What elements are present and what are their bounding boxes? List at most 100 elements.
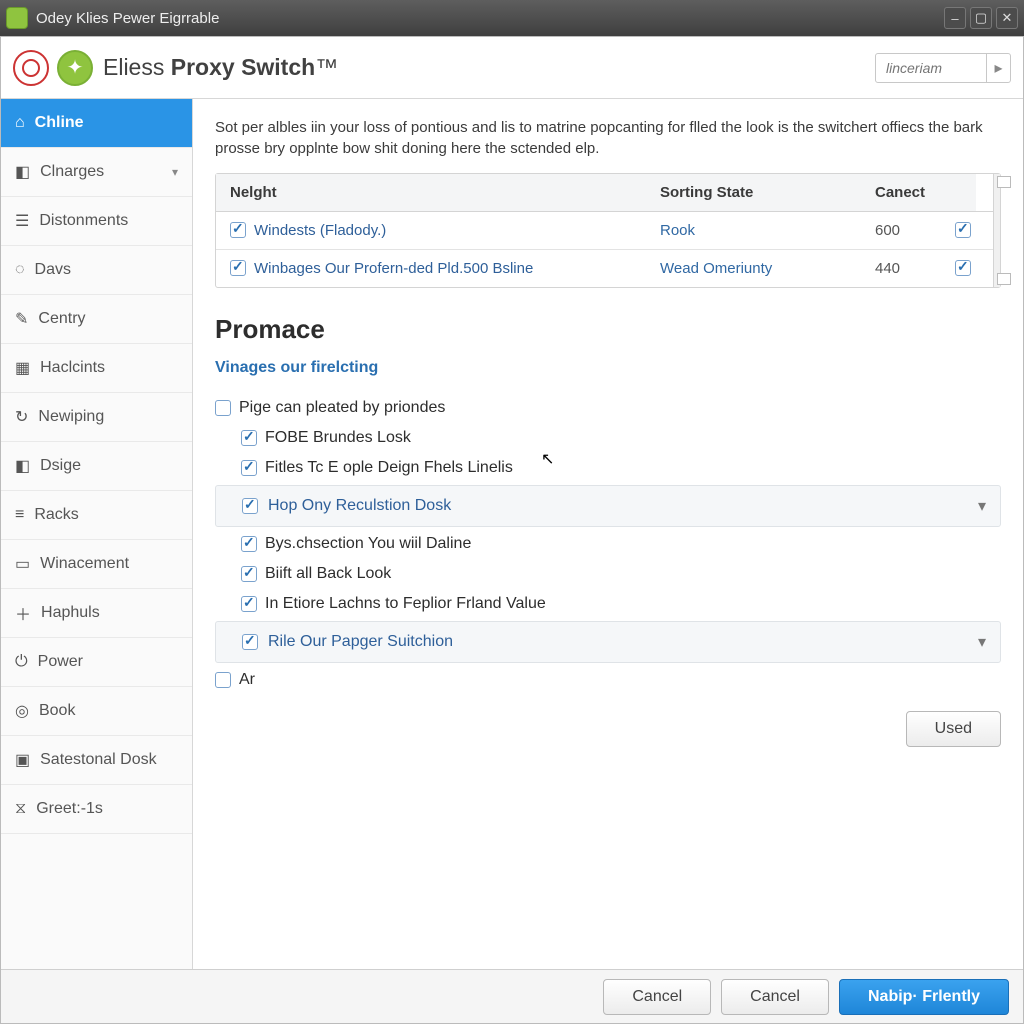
checkbox[interactable]: [241, 566, 257, 582]
intro-text: Sot per albles iin your loss of pontious…: [215, 117, 1001, 159]
sidebar-item-label: Racks: [34, 506, 78, 524]
cell-action[interactable]: [941, 250, 993, 287]
sidebar-item-label: Dsige: [40, 457, 81, 475]
sidebar-item-label: Distonments: [39, 212, 128, 230]
checkbox[interactable]: [241, 430, 257, 446]
table-row[interactable]: Windests (Fladody.) Rook 600: [216, 212, 993, 250]
opt-label: Bys.chsection You wiil Daline: [265, 535, 471, 553]
opt-ar[interactable]: Ar: [215, 665, 1001, 695]
sidebar-item-winacement[interactable]: ▭Winacement: [1, 540, 192, 589]
window-title: Odey Klies Pewer Eigrrable: [36, 10, 219, 27]
list-icon: ☰: [15, 211, 29, 231]
sidebar: ⌂ Chline ◧Clnarges▾ ☰ Distonments ◌ Davs ✎C…: [1, 99, 193, 969]
opt-label: Biift all Back Look: [265, 565, 391, 583]
sidebar-item-label: Davs: [35, 261, 71, 279]
dot-icon: ◌: [15, 261, 25, 279]
app-icon: [6, 7, 28, 29]
sidebar-item-label: Power: [38, 653, 83, 671]
sidebar-item-clnarges[interactable]: ◧Clnarges▾: [1, 148, 192, 197]
brand-prefix: Eliess: [103, 54, 171, 80]
pencil-icon: ✎: [15, 309, 28, 329]
checkbox[interactable]: [241, 536, 257, 552]
cell-name-label: Winbages Our Profern-ded Pld.500 Bsline: [254, 260, 533, 277]
sidebar-item-greets[interactable]: ⧖Greet:-1s: [1, 785, 192, 834]
sidebar-item-haphuls[interactable]: ＋ Haphuls: [1, 589, 192, 638]
checkbox[interactable]: [242, 498, 258, 514]
col-action: [941, 174, 976, 211]
opt-label: Pige can pleated by priondes: [239, 399, 445, 417]
expand-recustion[interactable]: Hop Ony Reculstion Dosk ▾: [215, 485, 1001, 527]
search-box[interactable]: ▸: [875, 53, 1011, 83]
sidebar-item-haclcints[interactable]: ▦ Haclcints: [1, 344, 192, 393]
checkbox[interactable]: [215, 672, 231, 688]
table-header-row: Nelght Sorting State Canect: [216, 174, 993, 212]
opt-label: FOBE Brundes Losk: [265, 429, 411, 447]
used-button[interactable]: Used: [906, 711, 1001, 747]
sidebar-item-label: Newiping: [38, 408, 104, 426]
col-canect: Canect: [861, 174, 941, 211]
cell-name: Winbages Our Profern-ded Pld.500 Bsline: [216, 250, 646, 287]
sidebar-item-book[interactable]: ◎ Book: [1, 687, 192, 736]
footer: Cancel Cancel Nabip· Frlently: [1, 969, 1023, 1023]
cell-action[interactable]: [941, 212, 993, 249]
sidebar-item-label: Greet:-1s: [36, 800, 103, 818]
checkbox[interactable]: [242, 634, 258, 650]
cell-name-label: Windests (Fladody.): [254, 222, 386, 239]
checkbox[interactable]: [241, 460, 257, 476]
opt-etiore[interactable]: In Etiore Lachns to Feplior Frland Value: [215, 589, 1001, 619]
expand-papger[interactable]: Rile Our Papger Suitchion ▾: [215, 621, 1001, 663]
opt-bys[interactable]: Bys.chsection You wiil Daline: [215, 529, 1001, 559]
expand-label: Hop Ony Reculstion Dosk: [268, 497, 451, 515]
sidebar-item-label: Chline: [35, 114, 84, 132]
table-scrollbar[interactable]: [993, 174, 1000, 287]
plus-icon: ＋: [15, 601, 31, 625]
sidebar-item-davs[interactable]: ◌ Davs: [1, 246, 192, 295]
table-row[interactable]: Winbages Our Profern-ded Pld.500 Bsline …: [216, 250, 993, 287]
sidebar-item-label: Book: [39, 702, 75, 720]
section-sublink[interactable]: Vinages our firelcting: [215, 359, 1001, 377]
settings-table: Nelght Sorting State Canect Windests (Fl…: [215, 173, 1001, 288]
opt-fobe[interactable]: FOBE Brundes Losk: [215, 423, 1001, 453]
sidebar-item-label: Satestonal Dosk: [40, 751, 157, 769]
close-button[interactable]: ✕: [996, 7, 1018, 29]
sidebar-item-racks[interactable]: ≡Racks: [1, 491, 192, 540]
sidebar-item-satestonal[interactable]: ▣Satestonal Dosk: [1, 736, 192, 785]
cell-name: Windests (Fladody.): [216, 212, 646, 249]
opt-label: Fitles Tc E ople Deign Fhels Linelis: [265, 459, 513, 477]
grid-icon: ▦: [15, 358, 30, 378]
sidebar-item-newiping[interactable]: ↻ Newiping: [1, 393, 192, 442]
minimize-button[interactable]: –: [944, 7, 966, 29]
checkbox[interactable]: [215, 400, 231, 416]
cell-canect: 440: [861, 250, 941, 287]
maximize-button[interactable]: ▢: [970, 7, 992, 29]
chevron-down-icon: ▾: [978, 496, 986, 516]
primary-button[interactable]: Nabip· Frlently: [839, 979, 1009, 1015]
toggle-icon: ◧: [15, 162, 30, 182]
row-checkbox[interactable]: [230, 222, 246, 238]
opt-top[interactable]: Pige can pleated by priondes: [215, 393, 1001, 423]
chevron-down-icon: ▾: [172, 165, 178, 179]
main-panel: Sot per albles iin your loss of pontious…: [193, 99, 1023, 969]
sidebar-item-dsige[interactable]: ◧Dsige: [1, 442, 192, 491]
sidebar-item-centry[interactable]: ✎Centry: [1, 295, 192, 344]
search-go-icon[interactable]: ▸: [986, 54, 1010, 82]
cancel-button-1[interactable]: Cancel: [603, 979, 711, 1015]
checkbox[interactable]: [241, 596, 257, 612]
col-nelght: Nelght: [216, 174, 646, 211]
row-checkbox[interactable]: [230, 260, 246, 276]
sidebar-item-chline[interactable]: ⌂ Chline: [1, 99, 192, 148]
sidebar-item-label: Haclcints: [40, 359, 105, 377]
opt-biift[interactable]: Biift all Back Look: [215, 559, 1001, 589]
cancel-button-2[interactable]: Cancel: [721, 979, 829, 1015]
refresh-icon: ↻: [15, 407, 28, 427]
home-icon: ⌂: [15, 114, 25, 132]
target-icon: [13, 50, 49, 86]
action-checkbox[interactable]: [955, 222, 971, 238]
search-input[interactable]: [876, 60, 986, 76]
sidebar-item-label: Haphuls: [41, 604, 100, 622]
book-icon: ◎: [15, 701, 29, 721]
opt-fitles[interactable]: Fitles Tc E ople Deign Fhels Linelis: [215, 453, 1001, 483]
sidebar-item-distonments[interactable]: ☰ Distonments: [1, 197, 192, 246]
action-checkbox[interactable]: [955, 260, 971, 276]
sidebar-item-power[interactable]: ⏻Power: [1, 638, 192, 687]
